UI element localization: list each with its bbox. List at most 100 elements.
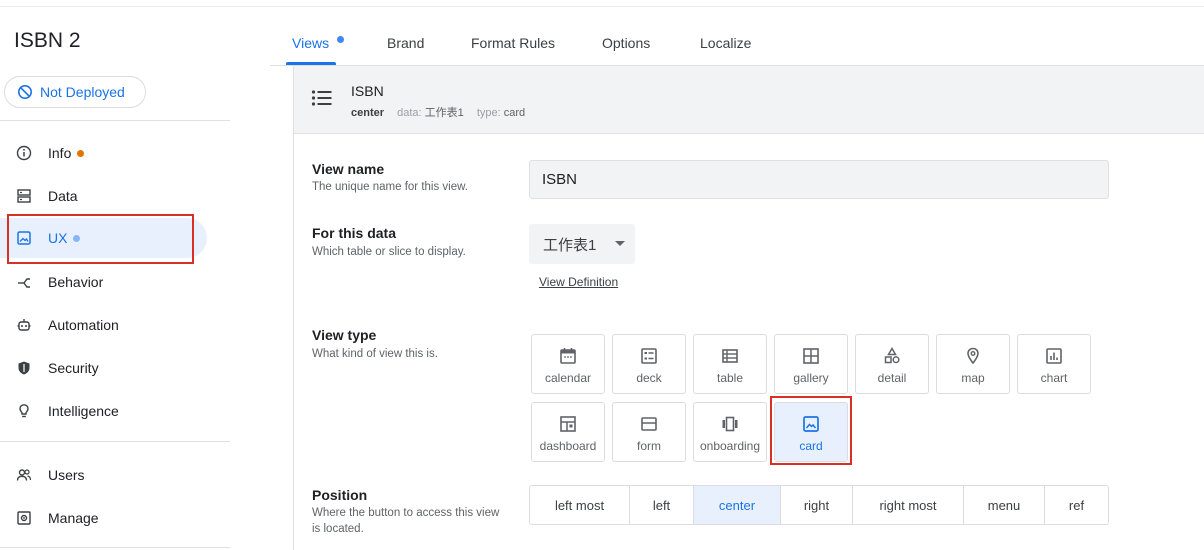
view-type-label-text: dashboard	[539, 439, 597, 453]
for-data-description: Which table or slice to display.	[312, 246, 466, 258]
chevron-down-icon	[615, 241, 625, 246]
view-type-label: View type	[312, 327, 377, 343]
tab-active-indicator	[286, 62, 336, 65]
info-icon	[16, 145, 32, 161]
sidebar-item-label: UX	[48, 230, 68, 246]
sidebar-item-intelligence[interactable]: Intelligence	[0, 391, 230, 431]
sidebar-divider	[0, 547, 230, 548]
dashboard-icon	[560, 416, 576, 432]
position-label: Position	[312, 487, 368, 503]
calendar-icon	[560, 348, 576, 364]
sidebar-item-label: Automation	[48, 317, 119, 333]
automation-icon	[16, 317, 32, 333]
view-type-dashboard[interactable]: dashboard	[531, 402, 605, 462]
deck-icon	[641, 348, 657, 364]
view-type-form[interactable]: form	[612, 402, 686, 462]
info-badge-dot	[77, 149, 85, 157]
tab-brand[interactable]: Brand	[387, 35, 424, 51]
list-menu-icon	[311, 88, 333, 113]
view-type-detail[interactable]: detail	[855, 334, 929, 394]
view-type-card[interactable]: card	[774, 402, 848, 462]
ux-badge-dot	[73, 234, 81, 242]
chart-icon	[1046, 348, 1062, 364]
map-pin-icon	[967, 347, 979, 365]
deploy-status-chip[interactable]: Not Deployed	[4, 76, 146, 108]
deploy-status-label: Not Deployed	[40, 84, 125, 100]
view-type-label-text: form	[637, 439, 661, 453]
sidebar-item-users[interactable]: Users	[0, 455, 230, 495]
view-type-onboarding[interactable]: onboarding	[693, 402, 767, 462]
view-type-calendar[interactable]: calendar	[531, 334, 605, 394]
view-type-gallery[interactable]: gallery	[774, 334, 848, 394]
tab-bar: Views Brand Format Rules Options Localiz…	[270, 20, 1204, 66]
position-ref[interactable]: ref	[1045, 486, 1108, 524]
behavior-icon	[16, 274, 32, 290]
tab-options[interactable]: Options	[602, 35, 650, 51]
views-tab-badge-dot	[337, 36, 344, 43]
view-meta: center data: 工作表1 type: card	[351, 104, 525, 120]
form-icon	[641, 417, 657, 431]
view-type-label-text: chart	[1040, 371, 1068, 385]
table-select[interactable]: 工作表1	[529, 224, 635, 264]
sidebar-item-manage[interactable]: Manage	[0, 498, 230, 538]
view-type-table[interactable]: table	[693, 334, 767, 394]
sidebar-item-label: Security	[48, 360, 99, 376]
sidebar-item-data[interactable]: Data	[0, 176, 230, 216]
data-key: data:	[397, 107, 422, 119]
gallery-icon	[803, 348, 819, 364]
sidebar-divider	[0, 120, 230, 121]
view-type-label-text: table	[716, 371, 744, 385]
sidebar-item-behavior[interactable]: Behavior	[0, 262, 230, 302]
position-selector: left most left center right right most m…	[529, 485, 1109, 525]
view-type-label-text: calendar	[544, 371, 592, 385]
sidebar-item-label: Data	[48, 188, 78, 204]
type-value: card	[503, 107, 526, 119]
view-name-description: The unique name for this view.	[312, 181, 468, 193]
view-editor-panel: ISBN center data: 工作表1 type: card View n…	[293, 66, 1204, 550]
card-image-icon	[803, 416, 819, 432]
tab-format-rules[interactable]: Format Rules	[471, 35, 555, 51]
data-value: 工作表1	[424, 107, 464, 119]
view-name-label: View name	[312, 161, 385, 177]
position-center[interactable]: center	[694, 486, 781, 524]
lightbulb-icon	[16, 403, 32, 419]
position-menu[interactable]: menu	[964, 486, 1045, 524]
view-position-text: center	[351, 107, 385, 119]
data-icon	[16, 188, 32, 204]
position-left[interactable]: left	[630, 486, 694, 524]
position-right[interactable]: right	[781, 486, 853, 524]
view-type-deck[interactable]: deck	[612, 334, 686, 394]
view-type-label-text: gallery	[793, 371, 829, 385]
view-title: ISBN	[351, 83, 384, 99]
sidebar-item-security[interactable]: Security	[0, 348, 230, 388]
sidebar-item-automation[interactable]: Automation	[0, 305, 230, 345]
view-header[interactable]: ISBN center data: 工作表1 type: card	[294, 66, 1204, 134]
ux-icon	[16, 230, 32, 246]
sidebar-item-label: Users	[48, 467, 85, 483]
type-key: type:	[476, 107, 501, 119]
position-right-most[interactable]: right most	[853, 486, 964, 524]
view-type-chart[interactable]: chart	[1017, 334, 1091, 394]
for-data-label: For this data	[312, 225, 397, 241]
view-definition-link[interactable]: View Definition	[539, 275, 618, 289]
table-select-value: 工作表1	[543, 236, 597, 254]
onboarding-icon	[722, 416, 738, 432]
tab-views[interactable]: Views	[292, 35, 329, 51]
tab-localize[interactable]: Localize	[700, 35, 751, 51]
view-type-label-text: card	[799, 439, 823, 453]
position-left-most[interactable]: left most	[530, 486, 630, 524]
view-type-label-text: map	[961, 371, 985, 385]
view-type-map[interactable]: map	[936, 334, 1010, 394]
view-type-label-text: deck	[636, 371, 662, 385]
sidebar-item-label: Manage	[48, 510, 99, 526]
view-name-input[interactable]: ISBN	[529, 160, 1109, 199]
view-type-label-text: detail	[877, 371, 907, 385]
detail-icon	[884, 347, 900, 364]
sidebar-item-ux[interactable]: UX	[0, 218, 207, 258]
shield-icon	[16, 360, 32, 376]
sidebar-item-label: Behavior	[48, 274, 104, 290]
table-icon	[722, 349, 738, 363]
sidebar-item-label: Intelligence	[48, 403, 119, 419]
sidebar-item-info[interactable]: Info	[0, 133, 230, 173]
view-type-description: What kind of view this is.	[312, 348, 438, 360]
